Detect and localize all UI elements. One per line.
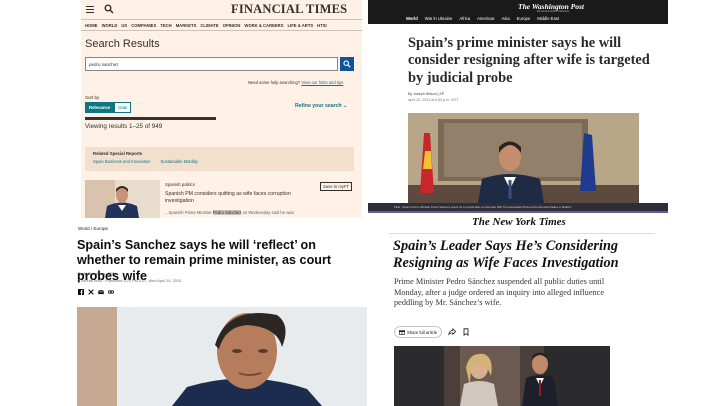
nav-item[interactable]: COMPANIES xyxy=(131,23,156,28)
nav-item[interactable]: Asia xyxy=(502,16,510,21)
snippet-text: on Wednesday said he was xyxy=(241,210,294,215)
nav-item[interactable]: OPINION xyxy=(223,23,241,28)
ft-logo[interactable]: FINANCIAL TIMES xyxy=(231,2,347,17)
related-tag-link[interactable]: Spain Business and Innovation xyxy=(93,159,151,164)
wapo-header: The Washington Post Democracy Dies in Da… xyxy=(368,0,668,24)
search-icon[interactable] xyxy=(104,4,114,14)
cnn-panel: World / Europe Spain’s Sanchez says he w… xyxy=(76,223,368,406)
sort-toggle: Relevance Date xyxy=(85,102,132,113)
snippet-highlight: Pedro Sánchez xyxy=(212,210,242,215)
nav-item[interactable]: World xyxy=(406,16,418,21)
related-tag-link[interactable]: Sustainable Mobility xyxy=(161,159,198,164)
timestamp: April 24, 2024 at 6:53 p.m. EDT xyxy=(408,98,459,102)
nav-item[interactable]: TECH xyxy=(160,23,171,28)
article-photo xyxy=(77,307,367,406)
help-text: Need some help searching? View our hints… xyxy=(248,80,343,85)
share-label: Share full article xyxy=(407,329,438,335)
ft-panel: FINANCIAL TIMES HOME WORLD US COMPANIES … xyxy=(81,0,362,218)
nav-item[interactable]: MARKETS xyxy=(176,23,197,28)
menu-icon[interactable] xyxy=(86,6,94,13)
ft-nav: HOME WORLD US COMPANIES TECH MARKETS CLI… xyxy=(81,19,362,31)
refine-label: Refine your search xyxy=(295,103,342,109)
result-count: Viewing results 1–25 of 949 xyxy=(85,123,163,130)
help-link[interactable]: View our hints and tips xyxy=(301,80,343,85)
search-icon xyxy=(343,60,351,68)
byline[interactable]: By Al Goodman, CNN xyxy=(78,271,116,276)
chevron-down-icon: ⌄ xyxy=(343,103,348,109)
snippet-text: ...Spanish Prime Minister xyxy=(165,210,213,215)
breadcrumb-europe[interactable]: Europe xyxy=(93,226,108,231)
divider xyxy=(85,117,216,120)
sort-relevance-button[interactable]: Relevance xyxy=(85,102,115,113)
nyt-logo[interactable]: The New York Times xyxy=(472,216,566,228)
wapo-nav: World War in Ukraine Africa Americas Asi… xyxy=(406,16,559,21)
nav-item[interactable]: CLIMATE xyxy=(200,23,218,28)
article-photo xyxy=(408,113,639,203)
wapo-panel: The Washington Post Democracy Dies in Da… xyxy=(368,0,668,212)
nav-item[interactable]: WORLD xyxy=(102,23,118,28)
result-snippet: ...Spanish Prime Minister Pedro Sánchez … xyxy=(165,210,315,215)
search-submit-button[interactable] xyxy=(340,57,354,71)
article-photo xyxy=(394,346,610,406)
share-bar xyxy=(78,289,114,295)
result-headline[interactable]: Spanish PM considers quitting as wife fa… xyxy=(165,191,310,204)
x-icon[interactable] xyxy=(88,289,94,295)
refine-search-button[interactable]: Refine your search ⌄ xyxy=(295,103,348,109)
nav-item[interactable]: War in Ukraine xyxy=(425,16,453,21)
wapo-tagline: Democracy Dies in Darkness xyxy=(537,10,570,13)
nav-item[interactable]: HTSI xyxy=(317,23,327,28)
related-reports: Related Special Reports Spain Business a… xyxy=(85,147,354,171)
nav-item[interactable]: Americas xyxy=(477,16,494,21)
article-headline: Spain’s prime minister says he will cons… xyxy=(408,35,650,86)
save-to-myft-button[interactable]: Save to myFT xyxy=(320,182,353,191)
share-full-article-button[interactable]: Share full article xyxy=(394,326,443,338)
nyt-panel: The New York Times Spain’s Leader Says H… xyxy=(384,214,660,406)
link-icon[interactable] xyxy=(108,289,114,295)
article-summary: Prime Minister Pedro Sánchez suspended a… xyxy=(394,277,605,308)
breadcrumb-world[interactable]: World xyxy=(78,226,90,231)
sort-date-button[interactable]: Date xyxy=(114,102,132,113)
share-icon[interactable] xyxy=(448,328,457,336)
breadcrumb: World / Europe xyxy=(78,226,108,231)
ft-header: FINANCIAL TIMES xyxy=(81,0,362,19)
article-headline: Spain’s Leader Says He’s Considering Res… xyxy=(393,238,619,271)
nav-item[interactable]: Africa xyxy=(459,16,470,21)
gift-icon xyxy=(399,330,405,335)
result-thumbnail[interactable] xyxy=(85,180,160,218)
nav-item[interactable]: HOME xyxy=(85,23,98,28)
related-title: Related Special Reports xyxy=(93,151,143,156)
facebook-icon[interactable] xyxy=(78,289,84,295)
page-title: Search Results xyxy=(85,38,160,50)
breadcrumb-separator: / xyxy=(90,226,93,231)
result-category[interactable]: Spanish politics xyxy=(165,182,195,187)
search-input[interactable]: pedro sanchez xyxy=(85,57,338,71)
nav-item[interactable]: Europe xyxy=(517,16,531,21)
byline[interactable]: By Joseph Wilson | AP xyxy=(408,92,444,96)
nav-item[interactable]: WORK & CAREERS xyxy=(244,23,283,28)
help-label: Need some help searching? xyxy=(248,80,301,85)
sort-label: Sort by xyxy=(85,95,100,100)
nav-item[interactable]: LIFE & ARTS xyxy=(288,23,314,28)
email-icon[interactable] xyxy=(98,289,104,295)
article-toolbar: Share full article xyxy=(394,326,470,338)
timestamp: 3 minute read · Published 5:20 PM EDT, W… xyxy=(78,278,182,283)
bookmark-icon[interactable] xyxy=(462,328,470,336)
divider xyxy=(368,211,668,213)
nav-item[interactable]: US xyxy=(121,23,127,28)
divider xyxy=(389,233,655,234)
nav-item[interactable]: Middle East xyxy=(537,16,559,21)
